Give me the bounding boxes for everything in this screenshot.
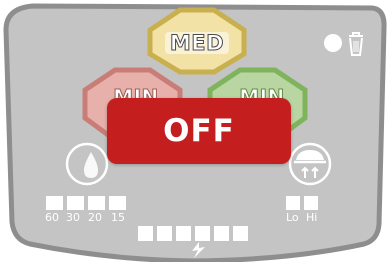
level-segment (176, 226, 191, 241)
timer-segment (109, 196, 126, 210)
timer-label-20[interactable]: 20 (88, 212, 102, 224)
level-segment (214, 226, 229, 241)
off-label: OFF (163, 113, 235, 149)
fan-label-hi[interactable]: Hi (306, 212, 317, 224)
fan-segment (286, 196, 300, 210)
trash-icon[interactable] (349, 32, 363, 56)
off-button[interactable]: OFF (107, 98, 291, 164)
fan-label-lo[interactable]: Lo (286, 212, 299, 224)
timer-label-15[interactable]: 15 (111, 212, 125, 224)
speed-med-label: MED (169, 31, 225, 56)
timer-segment (67, 196, 84, 210)
level-segment (157, 226, 172, 241)
timer-label-60[interactable]: 60 (45, 212, 59, 224)
level-segment (195, 226, 210, 241)
level-segment (138, 226, 153, 241)
timer-segment (46, 196, 63, 210)
timer-segment (88, 196, 105, 210)
timer-label-30[interactable]: 30 (66, 212, 80, 224)
fan-segment (304, 196, 318, 210)
power-led-icon (324, 34, 342, 52)
level-segment (233, 226, 248, 241)
